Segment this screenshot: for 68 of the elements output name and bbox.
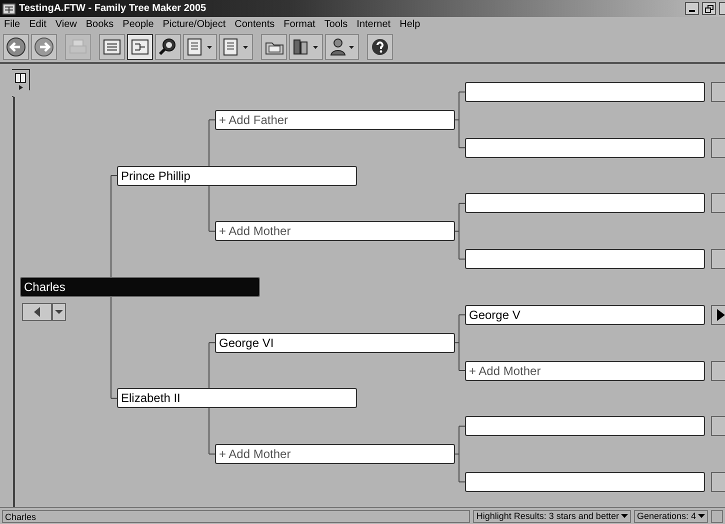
restore-icon: [704, 4, 714, 12]
caret-icon: [55, 308, 63, 315]
minimize-icon: [689, 10, 695, 12]
menu-item[interactable]: Picture/Object: [162, 19, 226, 30]
dropdown-button[interactable]: [52, 302, 66, 321]
index-icon: [185, 36, 215, 58]
generations-dropdown[interactable]: Generations: 4: [634, 510, 708, 522]
status-person: Charles: [2, 510, 470, 522]
menu-item[interactable]: People: [122, 19, 154, 30]
person-box[interactable]: George VI: [215, 332, 455, 353]
add-parent-box[interactable]: + Add Mother: [215, 221, 455, 242]
folder-button[interactable]: [261, 34, 287, 60]
back-button[interactable]: [3, 34, 29, 60]
forward-icon: [33, 36, 55, 58]
forward-button[interactable]: [31, 34, 57, 60]
books-button[interactable]: [289, 34, 323, 60]
menu-item[interactable]: Format: [284, 19, 316, 30]
more-ancestors-button[interactable]: [711, 304, 725, 325]
back-icon: [5, 36, 27, 58]
search-button[interactable]: [155, 34, 181, 60]
menu-item[interactable]: Edit: [29, 19, 46, 30]
menu-item[interactable]: Help: [400, 19, 420, 30]
ancestor-stub[interactable]: [711, 82, 725, 102]
empty-person-box[interactable]: [465, 82, 705, 102]
ancestor-stub[interactable]: [711, 472, 725, 492]
menu-item[interactable]: View: [55, 19, 77, 30]
ancestor-stub[interactable]: [711, 138, 725, 158]
ancestor-stub[interactable]: [711, 360, 725, 380]
page-icon: [221, 36, 251, 58]
minimize-button[interactable]: [685, 2, 699, 15]
left-triangle-icon: [32, 306, 42, 318]
highlight-dropdown[interactable]: Highlight Results: 3 stars and better: [473, 510, 631, 522]
add-parent-box[interactable]: + Add Mother: [465, 360, 705, 380]
ancestor-stub[interactable]: [711, 193, 725, 214]
play-icon: [716, 308, 725, 322]
empty-person-box[interactable]: [465, 193, 705, 214]
person-box[interactable]: Elizabeth II: [117, 388, 357, 408]
help-icon: [369, 36, 391, 58]
tree-icon: [2, 2, 16, 14]
empty-person-box[interactable]: [465, 416, 705, 436]
panel-toggle-icon: [14, 72, 28, 90]
close-button[interactable]: [719, 2, 725, 15]
add-parent-box[interactable]: + Add Mother: [215, 444, 455, 464]
menu-item[interactable]: Tools: [324, 19, 348, 30]
caret-icon: [698, 514, 705, 518]
empty-person-box[interactable]: [465, 472, 705, 492]
empty-person-box[interactable]: [465, 138, 705, 158]
ancestor-stub[interactable]: [711, 249, 725, 270]
family-button[interactable]: [127, 34, 153, 60]
menu-item[interactable]: File: [4, 19, 20, 30]
menu-item[interactable]: Contents: [234, 19, 275, 30]
index-button[interactable]: [183, 34, 217, 60]
pedigree-button[interactable]: [99, 34, 125, 60]
empty-person-box[interactable]: [465, 249, 705, 270]
caret-icon: [620, 514, 628, 518]
menu-item[interactable]: Books: [86, 19, 114, 30]
person-box[interactable]: George V: [465, 304, 705, 325]
ancestor-stub[interactable]: [711, 416, 725, 436]
person-box[interactable]: Prince Phillip: [117, 166, 357, 186]
menu-item[interactable]: Internet: [356, 19, 391, 30]
help-button[interactable]: [367, 34, 393, 60]
page-button[interactable]: [219, 34, 253, 60]
person-box[interactable]: Charles: [20, 276, 260, 297]
restore-button[interactable]: [702, 2, 716, 15]
person-button[interactable]: [325, 34, 359, 60]
back-arrow-button[interactable]: [22, 302, 52, 321]
window-title: TestingA.FTW - Family Tree Maker 2005: [19, 3, 206, 14]
add-parent-box[interactable]: + Add Father: [215, 110, 455, 130]
